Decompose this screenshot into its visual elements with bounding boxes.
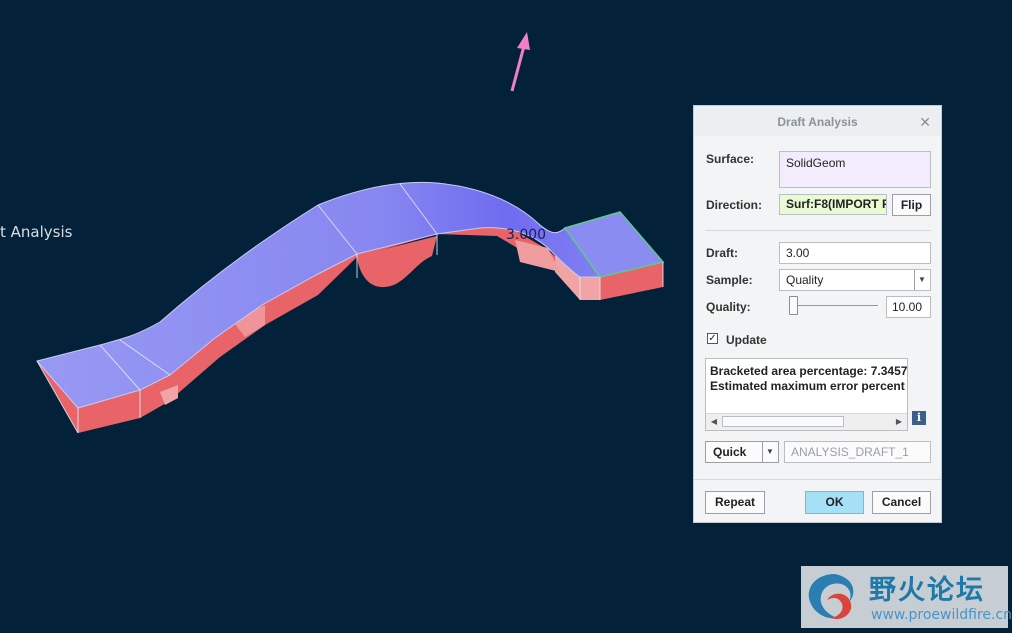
watermark-logo-icon xyxy=(808,574,854,620)
mode-select-divider xyxy=(762,442,763,462)
mode-chevron-down-icon[interactable]: ▼ xyxy=(766,447,774,456)
sample-select[interactable]: Quality xyxy=(779,269,931,291)
results-output-area[interactable]: Bracketed area percentage: 7.3457 Estima… xyxy=(705,358,908,431)
surface-label: Surface: xyxy=(706,152,755,166)
footer-divider xyxy=(694,479,941,480)
horizontal-scrollbar[interactable]: ◀ ▶ xyxy=(706,413,907,430)
analysis-mode-value: Quick xyxy=(713,445,747,459)
analysis-name-input[interactable]: ANALYSIS_DRAFT_1 xyxy=(784,441,931,463)
result-line-area: Bracketed area percentage: 7.3457 xyxy=(710,364,908,378)
quality-slider-track[interactable] xyxy=(790,305,878,306)
sample-select-value: Quality xyxy=(786,273,824,287)
watermark-title: 野火论坛 xyxy=(869,575,985,606)
cancel-button[interactable]: Cancel xyxy=(872,491,931,514)
quality-input[interactable]: 10.00 xyxy=(886,296,931,318)
scroll-right-icon[interactable]: ▶ xyxy=(892,415,906,429)
flip-button[interactable]: Flip xyxy=(892,194,931,216)
analysis-label-partial: t Analysis xyxy=(0,223,73,241)
draft-value-annotation: 3.000 xyxy=(506,227,546,243)
draft-input[interactable]: 3.00 xyxy=(779,242,931,264)
quality-label: Quality: xyxy=(706,300,751,314)
select-divider xyxy=(914,270,915,290)
chevron-down-icon[interactable]: ▼ xyxy=(918,275,926,284)
ok-button[interactable]: OK xyxy=(805,491,864,514)
update-label: Update xyxy=(726,333,767,347)
result-line-error: Estimated maximum error percent xyxy=(710,379,905,393)
close-icon[interactable]: ✕ xyxy=(919,106,931,138)
direction-collector[interactable]: Surf:F8(IMPORT F xyxy=(779,194,887,215)
dialog-title: Draft Analysis xyxy=(777,115,858,129)
update-checkbox[interactable]: ✓ xyxy=(707,333,718,344)
scroll-left-icon[interactable]: ◀ xyxy=(707,415,721,429)
info-icon[interactable]: i xyxy=(912,411,926,425)
quality-slider-thumb[interactable] xyxy=(789,296,798,315)
sample-label: Sample: xyxy=(706,273,753,287)
draft-label: Draft: xyxy=(706,246,738,260)
dialog-title-bar[interactable]: Draft Analysis ✕ xyxy=(694,106,941,136)
scrollbar-thumb[interactable] xyxy=(722,416,844,427)
forum-watermark: 野火论坛 www.proewildfire.cn xyxy=(801,566,1012,628)
watermark-url: www.proewildfire.cn xyxy=(871,607,1012,623)
direction-label: Direction: xyxy=(706,198,763,212)
draft-positive-faces xyxy=(36,181,665,409)
divider xyxy=(705,230,931,231)
repeat-button[interactable]: Repeat xyxy=(705,491,765,514)
surface-collector[interactable]: SolidGeom xyxy=(779,151,931,188)
direction-arrow[interactable] xyxy=(510,32,530,92)
